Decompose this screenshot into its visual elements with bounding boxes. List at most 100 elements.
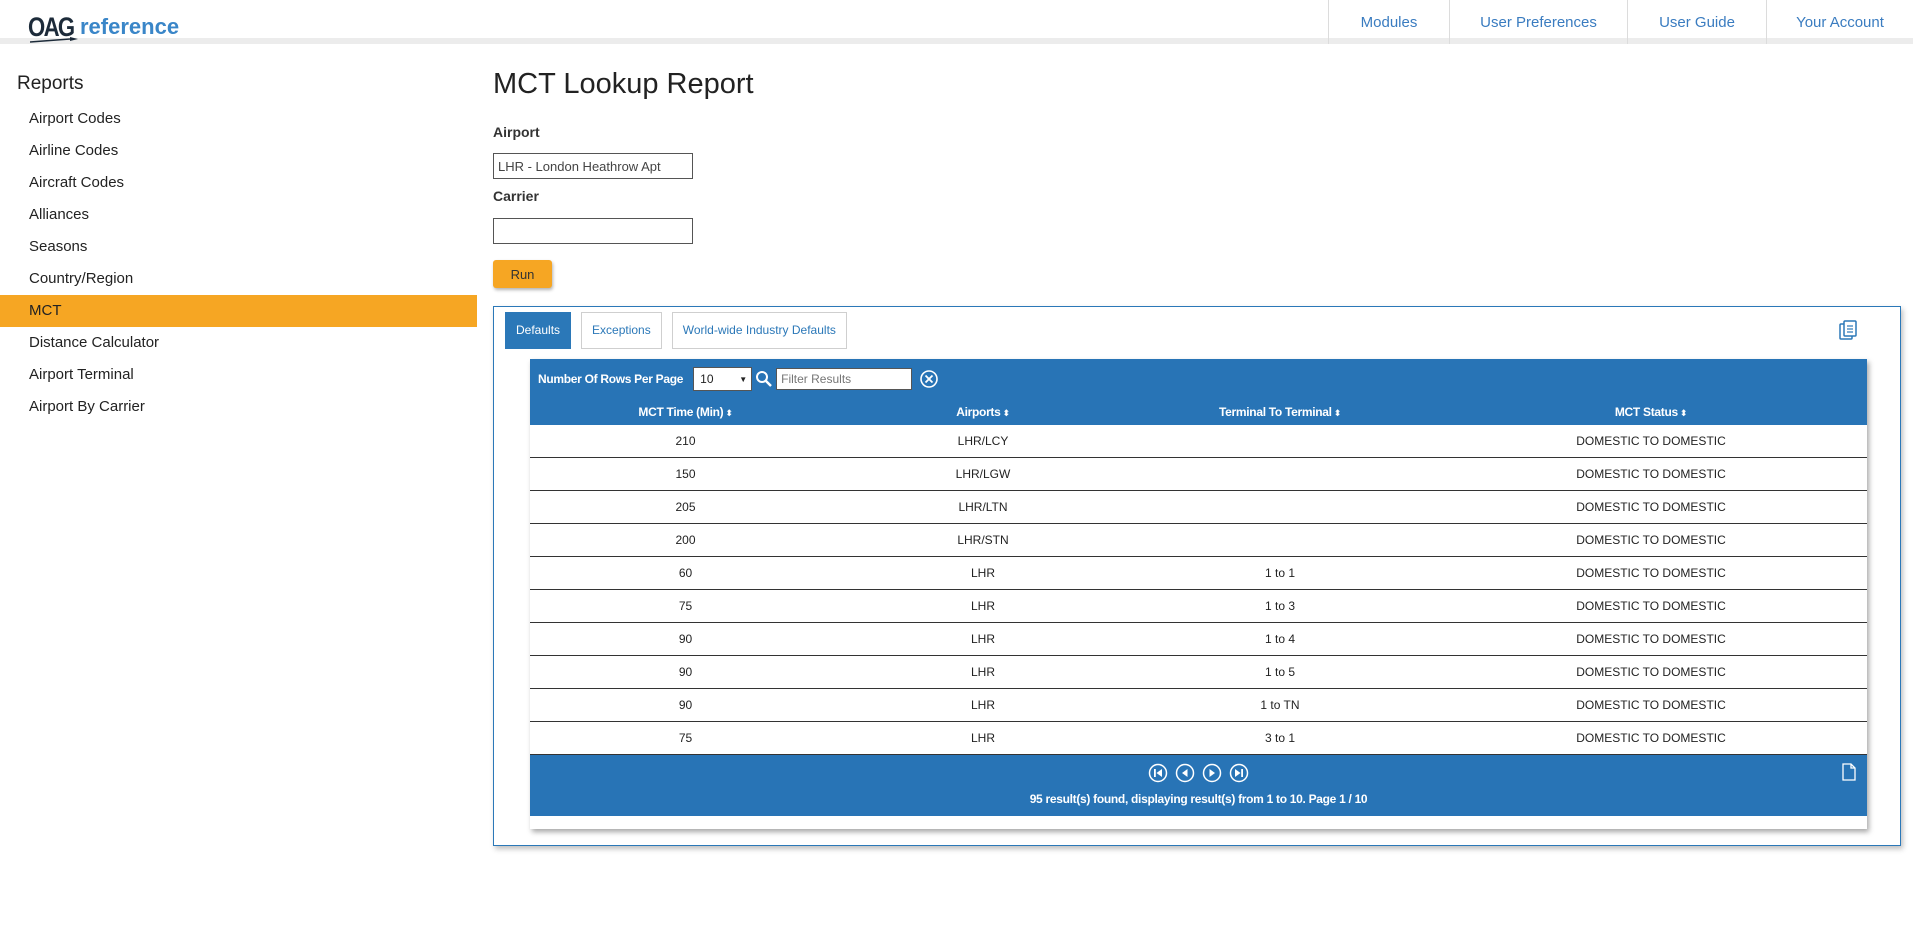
cell-terminal: 3 to 1 xyxy=(1264,731,1296,745)
table-row[interactable]: 205 LHR/LTN DOMESTIC TO DOMESTIC xyxy=(530,491,1867,524)
pagination-controls xyxy=(530,763,1867,783)
tab-defaults[interactable]: Defaults xyxy=(505,312,572,349)
rows-per-page-value: 10 xyxy=(700,372,714,386)
sort-icon: ⬍ xyxy=(725,408,733,418)
sidebar-item-distance-calculator[interactable]: Distance Calculator xyxy=(0,327,477,359)
grid-toolbar: Number Of Rows Per Page 10 ▼ xyxy=(530,359,1867,399)
document-icon[interactable] xyxy=(1841,763,1857,781)
carrier-label: Carrier xyxy=(493,188,539,204)
column-header-airports[interactable]: Airports ⬍ xyxy=(841,399,1125,425)
sidebar-item-aircraft-codes[interactable]: Aircraft Codes xyxy=(0,167,477,199)
results-panel: Defaults Exceptions World-wide Industry … xyxy=(493,306,1901,846)
cell-airports: LHR/LGW xyxy=(955,467,1011,481)
sidebar-item-airport-terminal[interactable]: Airport Terminal xyxy=(0,359,477,391)
cell-mct-status: DOMESTIC TO DOMESTIC xyxy=(1576,698,1726,712)
table-row[interactable]: 75 LHR 1 to 3 DOMESTIC TO DOMESTIC xyxy=(530,590,1867,623)
top-nav: Modules User Preferences User Guide Your… xyxy=(1328,0,1913,44)
sidebar-item-seasons[interactable]: Seasons xyxy=(0,231,477,263)
table-row[interactable]: 90 LHR 1 to 5 DOMESTIC TO DOMESTIC xyxy=(530,656,1867,689)
grid-header-row: MCT Time (Min) ⬍ Airports ⬍ Terminal To Te… xyxy=(530,399,1867,425)
column-header-terminal-to-terminal[interactable]: Terminal To Terminal ⬍ xyxy=(1125,399,1435,425)
results-summary: 95 result(s) found, displaying result(s)… xyxy=(1029,792,1368,806)
cell-mct-status: DOMESTIC TO DOMESTIC xyxy=(1576,632,1726,646)
logo-reference-text: reference xyxy=(80,14,180,39)
tab-world-wide-industry-defaults[interactable]: World-wide Industry Defaults xyxy=(671,312,847,349)
top-header: OAG reference Modules User Preferences U… xyxy=(0,0,1913,44)
sidebar-title: Reports xyxy=(17,73,84,94)
sidebar-item-alliances[interactable]: Alliances xyxy=(0,199,477,231)
prev-page-icon[interactable] xyxy=(1175,763,1195,783)
table-row[interactable]: 75 LHR 3 to 1 DOMESTIC TO DOMESTIC xyxy=(530,722,1867,755)
cell-terminal xyxy=(1125,458,1435,490)
page-title: MCT Lookup Report xyxy=(493,68,754,100)
table-row[interactable]: 60 LHR 1 to 1 DOMESTIC TO DOMESTIC xyxy=(530,557,1867,590)
cell-terminal: 1 to 1 xyxy=(1264,566,1296,580)
filter-results-input[interactable] xyxy=(776,368,913,390)
cell-terminal xyxy=(1125,491,1435,523)
nav-user-guide[interactable]: User Guide xyxy=(1627,0,1766,44)
column-header-mct-time[interactable]: MCT Time (Min) ⬍ xyxy=(530,399,841,425)
rows-per-page-select[interactable]: 10 ▼ xyxy=(693,367,753,391)
next-page-icon[interactable] xyxy=(1202,763,1222,783)
oag-logo[interactable]: OAG reference xyxy=(28,9,180,43)
cell-terminal: 1 to 4 xyxy=(1264,632,1296,646)
cell-mct-status: DOMESTIC TO DOMESTIC xyxy=(1576,467,1726,481)
sidebar-item-airport-codes[interactable]: Airport Codes xyxy=(0,103,477,135)
cell-airports: LHR/STN xyxy=(957,533,1009,547)
cell-mct-status: DOMESTIC TO DOMESTIC xyxy=(1576,599,1726,613)
rows-per-page-label: Number Of Rows Per Page xyxy=(538,372,684,386)
cell-terminal: 1 to TN xyxy=(1260,698,1300,712)
run-button[interactable]: Run xyxy=(493,260,552,288)
search-icon[interactable] xyxy=(755,370,773,388)
logo-plane-icon xyxy=(30,37,78,43)
cell-airports: LHR xyxy=(970,566,995,580)
cell-terminal xyxy=(1125,425,1435,457)
cell-airports: LHR xyxy=(970,731,995,745)
table-row[interactable]: 200 LHR/STN DOMESTIC TO DOMESTIC xyxy=(530,524,1867,557)
cell-mct-status: DOMESTIC TO DOMESTIC xyxy=(1576,731,1726,745)
sidebar-item-country-region[interactable]: Country/Region xyxy=(0,263,477,295)
sort-icon: ⬍ xyxy=(1333,408,1342,418)
nav-user-preferences[interactable]: User Preferences xyxy=(1449,0,1627,44)
cell-terminal: 1 to 5 xyxy=(1264,665,1296,679)
sidebar-item-airport-by-carrier[interactable]: Airport By Carrier xyxy=(0,391,477,423)
cell-airports: LHR/LCY xyxy=(957,434,1009,448)
sidebar-list: Airport Codes Airline Codes Aircraft Cod… xyxy=(0,103,477,423)
table-row[interactable]: 150 LHR/LGW DOMESTIC TO DOMESTIC xyxy=(530,458,1867,491)
table-row[interactable]: 90 LHR 1 to TN DOMESTIC TO DOMESTIC xyxy=(530,689,1867,722)
cell-mct-time: 205 xyxy=(675,500,696,514)
results-tabs: Defaults Exceptions World-wide Industry … xyxy=(505,312,857,349)
carrier-input[interactable] xyxy=(493,218,693,244)
cell-terminal: 1 to 3 xyxy=(1264,599,1296,613)
nav-your-account[interactable]: Your Account xyxy=(1766,0,1913,44)
cell-mct-time: 75 xyxy=(678,599,693,613)
clear-filter-icon[interactable] xyxy=(919,369,939,389)
sidebar-item-mct[interactable]: MCT xyxy=(0,295,477,327)
cell-mct-time: 90 xyxy=(678,632,693,646)
cell-terminal xyxy=(1125,524,1435,556)
column-header-mct-status[interactable]: MCT Status ⬍ xyxy=(1435,399,1867,425)
airport-label: Airport xyxy=(493,124,540,140)
grid-body: 210 LHR/LCY DOMESTIC TO DOMESTIC 150 LHR/LG… xyxy=(530,425,1867,755)
cell-airports: LHR xyxy=(970,698,995,712)
first-page-icon[interactable] xyxy=(1148,763,1168,783)
table-row[interactable]: 210 LHR/LCY DOMESTIC TO DOMESTIC xyxy=(530,425,1867,458)
cell-mct-time: 150 xyxy=(675,467,696,481)
sort-icon: ⬍ xyxy=(1679,408,1688,418)
grid-footer: 95 result(s) found, displaying result(s)… xyxy=(530,755,1867,816)
cell-mct-status: DOMESTIC TO DOMESTIC xyxy=(1576,533,1726,547)
cell-mct-time: 210 xyxy=(675,434,696,448)
cell-mct-status: DOMESTIC TO DOMESTIC xyxy=(1576,566,1726,580)
tab-exceptions[interactable]: Exceptions xyxy=(581,312,662,349)
nav-modules[interactable]: Modules xyxy=(1328,0,1449,44)
cell-mct-time: 200 xyxy=(675,533,696,547)
reports-sidebar: Reports Airport Codes Airline Codes Airc… xyxy=(0,70,477,423)
export-icon[interactable] xyxy=(1837,319,1859,341)
airport-input[interactable] xyxy=(493,153,693,179)
last-page-icon[interactable] xyxy=(1229,763,1249,783)
cell-mct-status: DOMESTIC TO DOMESTIC xyxy=(1576,500,1726,514)
cell-airports: LHR xyxy=(970,599,995,613)
sort-icon: ⬍ xyxy=(1002,408,1011,418)
sidebar-item-airline-codes[interactable]: Airline Codes xyxy=(0,135,477,167)
table-row[interactable]: 90 LHR 1 to 4 DOMESTIC TO DOMESTIC xyxy=(530,623,1867,656)
